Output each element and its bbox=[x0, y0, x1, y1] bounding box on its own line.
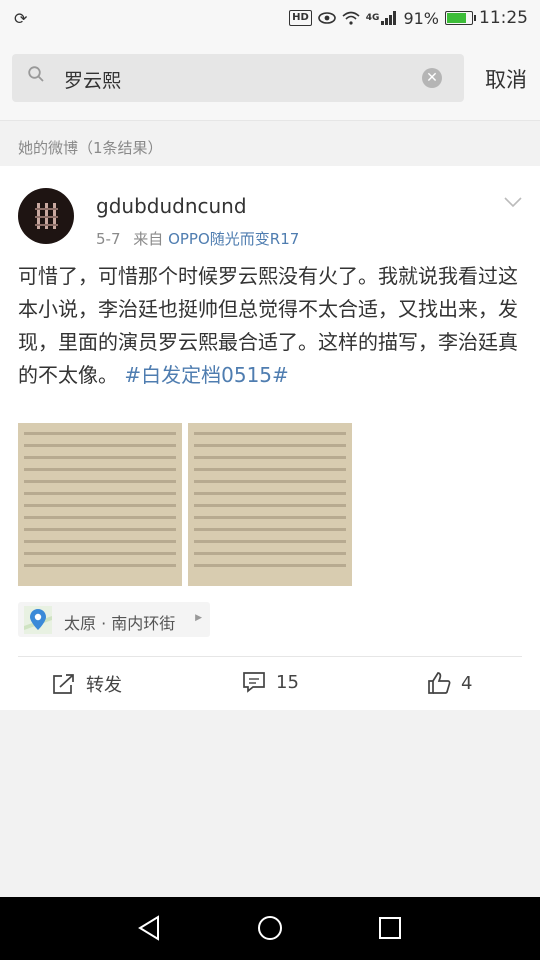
search-box[interactable]: ✕ bbox=[12, 54, 464, 102]
like-button[interactable]: 4 bbox=[427, 671, 472, 695]
notification-icon: ⟳ bbox=[14, 9, 28, 28]
comment-count: 15 bbox=[276, 671, 299, 693]
section-title: 她的微博（1条结果） bbox=[18, 139, 163, 157]
comment-icon bbox=[243, 672, 265, 693]
post-source[interactable]: OPPO随光而变R17 bbox=[168, 230, 299, 248]
comment-button[interactable]: 15 bbox=[242, 671, 299, 693]
share-icon bbox=[53, 674, 74, 694]
weibo-post-card[interactable]: gdubdudncund 5-7 来自 OPPO随光而变R17 可惜了，可惜那个… bbox=[0, 166, 540, 710]
section-header: 她的微博（1条结果） bbox=[0, 120, 540, 167]
location-pin-icon bbox=[24, 606, 52, 634]
status-bar: ⟳ HD 4G 91% 11:25 bbox=[0, 0, 540, 36]
thumbs-up-icon bbox=[428, 672, 451, 694]
wifi-icon bbox=[342, 11, 360, 25]
photo-thumbnail[interactable] bbox=[18, 423, 182, 586]
clear-icon[interactable]: ✕ bbox=[422, 68, 442, 88]
location-chip[interactable]: 太原 · 南内环街 ▶ bbox=[18, 602, 210, 637]
hashtag-link[interactable]: #白发定档0515# bbox=[124, 363, 288, 387]
post-meta: 5-7 来自 OPPO随光而变R17 bbox=[96, 228, 299, 249]
status-icons: HD 4G 91% 11:25 bbox=[289, 8, 528, 28]
signal-icon bbox=[381, 11, 397, 25]
username[interactable]: gdubdudncund bbox=[96, 194, 247, 218]
chevron-right-icon: ▶ bbox=[195, 613, 202, 623]
source-prefix: 来自 bbox=[133, 230, 164, 248]
home-icon[interactable] bbox=[254, 912, 286, 944]
photo-thumbnail[interactable] bbox=[188, 423, 352, 586]
post-text: 可惜了，可惜那个时候罗云熙没有火了。我就说我看过这本小说，李治廷也挺帅但总觉得不… bbox=[18, 260, 522, 392]
cancel-button[interactable]: 取消 bbox=[485, 64, 527, 94]
like-count: 4 bbox=[461, 672, 473, 694]
search-icon bbox=[28, 66, 44, 82]
location-text: 太原 · 南内环街 bbox=[64, 614, 176, 633]
clock: 11:25 bbox=[479, 8, 528, 28]
avatar[interactable] bbox=[18, 188, 74, 244]
post-actions: 转发 15 4 bbox=[0, 657, 540, 710]
search-bar: ✕ 取消 bbox=[0, 36, 540, 120]
avatar-image bbox=[35, 203, 58, 229]
repost-label: 转发 bbox=[86, 675, 122, 696]
recent-apps-icon[interactable] bbox=[374, 912, 406, 944]
repost-button[interactable]: 转发 bbox=[52, 671, 122, 697]
chevron-down-icon[interactable] bbox=[504, 196, 522, 208]
search-input[interactable] bbox=[62, 64, 406, 94]
network-type: 4G bbox=[365, 13, 380, 23]
photo-grid bbox=[18, 423, 352, 586]
eye-icon bbox=[317, 12, 336, 24]
hd-badge: HD bbox=[289, 10, 312, 26]
battery-percent: 91% bbox=[403, 8, 439, 28]
back-icon[interactable] bbox=[134, 912, 166, 944]
system-navigation-bar bbox=[0, 897, 540, 960]
post-date: 5-7 bbox=[96, 230, 121, 248]
battery-icon bbox=[445, 11, 476, 25]
